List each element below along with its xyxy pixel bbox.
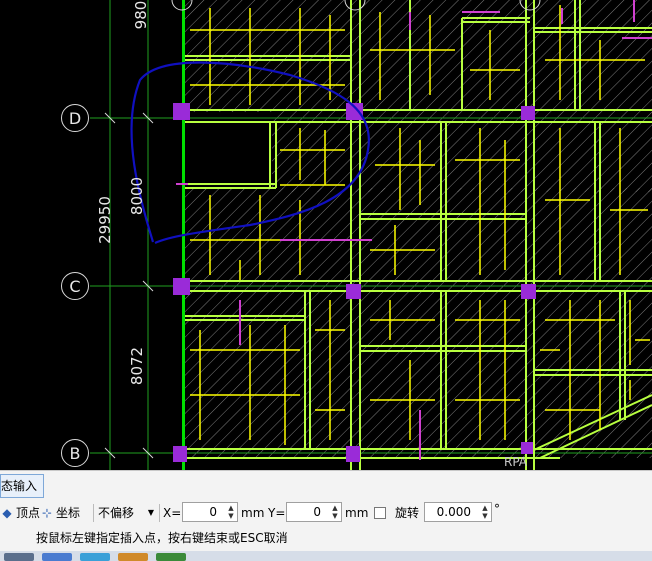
slab-opening (184, 120, 272, 184)
axis-bubble-b: B (61, 439, 89, 467)
toolbar-separator (159, 504, 160, 522)
spinner-icon[interactable]: ▲ ▼ (330, 504, 340, 520)
spinner-icon[interactable]: ▲ ▼ (480, 504, 490, 520)
x-input[interactable]: 0 ▲ ▼ (182, 502, 238, 522)
dynamic-input-toolbar: 态输入 ◆ 顶点 ⊹ 坐标 不偏移 ▼ X= 0 ▲ ▼ mm Y= 0 ▲ ▼ m… (0, 470, 652, 561)
dropdown-arrow-icon: ▼ (147, 508, 154, 517)
offset-select-value: 不偏移 (98, 506, 135, 520)
toolbar-separator (93, 504, 94, 522)
coord-icon: ⊹ (41, 506, 53, 520)
spinner-icon[interactable]: ▲ ▼ (226, 504, 236, 520)
column (173, 446, 187, 462)
y-unit: mm (345, 506, 369, 520)
coord-button[interactable]: ⊹ 坐标 (40, 503, 80, 523)
x-label: X= (163, 506, 182, 520)
column (173, 278, 190, 295)
rotate-checkbox[interactable] (374, 507, 386, 519)
column (521, 284, 536, 299)
y-input-value: 0 (313, 505, 321, 519)
dimension-c-to-b: 8072 (128, 346, 146, 386)
column (173, 103, 190, 120)
dimension-d-to-c: 8000 (128, 176, 146, 216)
command-prompt: 按鼠标左键指定插入点，按右键结束或ESC取消 (36, 531, 288, 545)
rotate-input[interactable]: 0.000 ▲ ▼ (424, 502, 492, 522)
column (521, 106, 535, 120)
column (346, 446, 360, 462)
y-label: Y= (268, 506, 286, 520)
plan-marker: RPA (504, 455, 528, 469)
vertex-icon: ◆ (2, 506, 12, 520)
x-input-value: 0 (209, 505, 217, 519)
column (346, 284, 361, 299)
column (521, 442, 533, 454)
offset-select[interactable]: 不偏移 ▼ (98, 503, 156, 523)
cad-drawing-canvas[interactable]: RPA D C B 980 8000 29950 8072 (0, 0, 652, 470)
degree-symbol: ° (494, 502, 500, 516)
vertex-button[interactable]: ◆ 顶点 (0, 503, 40, 523)
dimension-top-partial: 980 (132, 0, 150, 30)
rotate-input-value: 0.000 (436, 505, 471, 519)
axis-bubble-d: D (61, 104, 89, 132)
dynamic-input-tab[interactable]: 态输入 (0, 474, 45, 498)
axis-bubble-c: C (61, 272, 89, 300)
x-unit: mm (241, 506, 265, 520)
toolbar-row: ◆ 顶点 ⊹ 坐标 不偏移 ▼ X= 0 ▲ ▼ mm Y= 0 ▲ ▼ mm 旋转… (0, 501, 652, 525)
dimension-total: 29950 (96, 196, 114, 244)
slab-hatch (182, 0, 652, 458)
rotate-label: 旋转 (395, 506, 420, 520)
vertex-label: 顶点 (16, 506, 41, 520)
y-input[interactable]: 0 ▲ ▼ (286, 502, 342, 522)
coord-label: 坐标 (56, 506, 81, 520)
